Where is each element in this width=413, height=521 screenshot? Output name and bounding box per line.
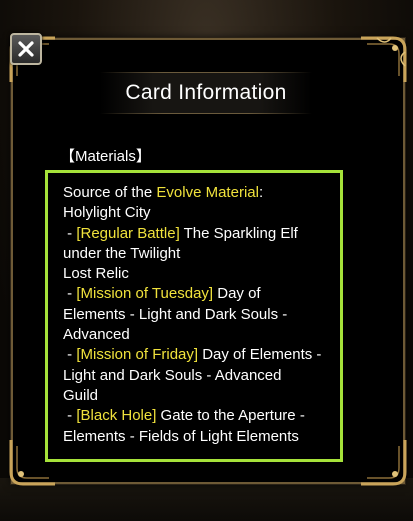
ornament-corner-icon [359,438,407,486]
entry-dash: - [63,285,77,303]
source-line: Source of the Evolve Material: [63,183,340,203]
location-heading: Lost Relic [63,265,129,283]
evolve-material-highlight: Evolve Material [156,184,259,201]
entry-text: Day of Elements - [198,346,322,364]
entry-dash: - [63,407,77,425]
list-item-continuation: Elements - Fields of Light Elements [63,427,299,445]
entry-text: The Sparkling Elf [179,224,298,242]
list-item: - [Mission of Tuesday] Day of [63,284,340,304]
list-item: - [Black Hole] Gate to the Aperture - [63,406,340,426]
entry-tag: [Mission of Friday] [76,346,199,364]
entry-tag: [Black Hole] [76,407,157,425]
title-divider [100,72,312,73]
dialog-title-bar: Card Information [100,72,312,114]
dialog-title: Card Information [125,81,287,104]
entry-dash: - [63,224,77,242]
list-item-continuation: under the Twilight [63,244,181,262]
source-suffix: : [258,184,264,201]
entry-text: Gate to the Aperture - [156,407,305,425]
materials-section-label: 【Materials】 [60,148,151,165]
background-footer [0,478,413,521]
list-item-continuation: Advanced [63,326,130,344]
materials-list: Source of the Evolve Material: Holylight… [45,170,343,462]
list-item: - [Mission of Friday] Day of Elements - [63,345,340,365]
list-item-continuation: Elements - Light and Dark Souls - [63,305,288,323]
list-item-continuation: Light and Dark Souls - Advanced [63,366,282,384]
list-item: - [Regular Battle] The Sparkling Elf [63,224,340,244]
entry-tag: [Mission of Tuesday] [76,285,214,303]
title-divider [100,113,312,114]
ornament-corner-icon [359,36,407,84]
close-icon [18,41,34,57]
entry-tag: [Regular Battle] [76,224,180,242]
entry-dash: - [63,346,77,364]
source-prefix: Source of the [63,184,157,201]
close-button[interactable] [10,33,42,65]
entry-text: Day of [213,285,261,303]
location-heading: Holylight City [63,204,151,222]
list-item-continuation: Guild [63,386,99,404]
